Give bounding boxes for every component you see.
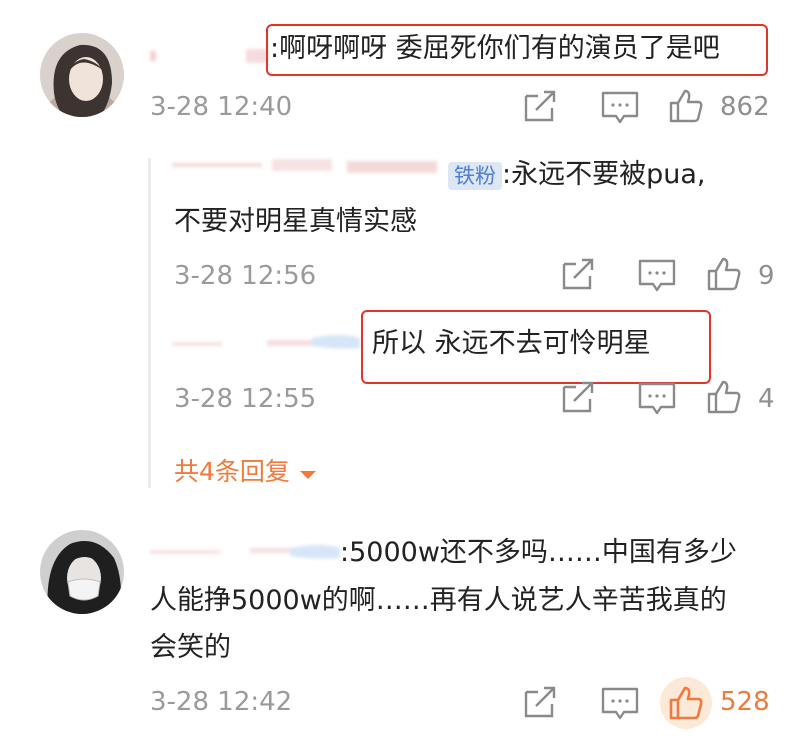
comment-text-line3: 会笑的 bbox=[150, 632, 231, 663]
comment-text: :5000w还不多吗……中国有多少 bbox=[340, 531, 737, 575]
comment-text: :啊呀啊呀 委屈死你们有的演员了是吧 bbox=[270, 27, 720, 71]
like-count: 9 bbox=[758, 261, 775, 291]
reply-username-blurred[interactable] bbox=[172, 334, 360, 354]
caret-down-icon bbox=[299, 466, 317, 485]
comment-icon[interactable] bbox=[600, 90, 640, 130]
reply-text-line2: 不要对明星真情实感 bbox=[174, 206, 417, 237]
fan-badge: 铁粉 bbox=[448, 161, 502, 190]
comment-prefix: : bbox=[270, 33, 280, 64]
comment-icon[interactable] bbox=[637, 258, 677, 298]
comment-body: 啊呀啊呀 委屈死你们有的演员了是吧 bbox=[279, 33, 720, 64]
repost-icon[interactable] bbox=[560, 258, 596, 296]
like-icon[interactable] bbox=[706, 379, 742, 419]
reply-body: :永远不要被pua, bbox=[502, 159, 706, 190]
like-count: 528 bbox=[720, 687, 770, 717]
comment-time: 3-28 12:42 bbox=[150, 687, 293, 717]
comment-icon[interactable] bbox=[600, 686, 640, 726]
reply-thread-line bbox=[148, 158, 151, 488]
like-count: 862 bbox=[720, 92, 770, 122]
comment-time: 3-28 12:40 bbox=[150, 92, 293, 122]
reply-time: 3-28 12:56 bbox=[174, 261, 317, 291]
comment-body: 5000w还不多吗……中国有多少 bbox=[349, 537, 737, 568]
repost-icon[interactable] bbox=[522, 686, 558, 724]
username-blurred[interactable] bbox=[150, 46, 268, 66]
repost-icon[interactable] bbox=[560, 381, 596, 419]
like-icon[interactable] bbox=[668, 88, 704, 128]
reply-username-blurred[interactable] bbox=[172, 157, 442, 177]
more-replies-link[interactable]: 共4条回复 bbox=[174, 452, 317, 488]
avatar[interactable] bbox=[40, 33, 124, 117]
repost-icon[interactable] bbox=[522, 90, 558, 128]
reply-text: 铁粉:永远不要被pua, bbox=[448, 153, 705, 197]
comment-icon[interactable] bbox=[637, 381, 677, 421]
like-icon-active[interactable] bbox=[660, 677, 712, 733]
username-blurred[interactable] bbox=[150, 542, 340, 562]
reply-text: 所以 永远不去可怜明星 bbox=[372, 328, 651, 359]
more-replies-label: 共4条回复 bbox=[174, 457, 290, 486]
reply-time: 3-28 12:55 bbox=[174, 384, 317, 414]
avatar[interactable] bbox=[40, 530, 124, 614]
comment-text-line2: 人能挣5000w的啊……再有人说艺人辛苦我真的 bbox=[150, 585, 727, 616]
like-count: 4 bbox=[758, 384, 775, 414]
like-icon[interactable] bbox=[706, 256, 742, 296]
comment-prefix: : bbox=[340, 537, 350, 568]
